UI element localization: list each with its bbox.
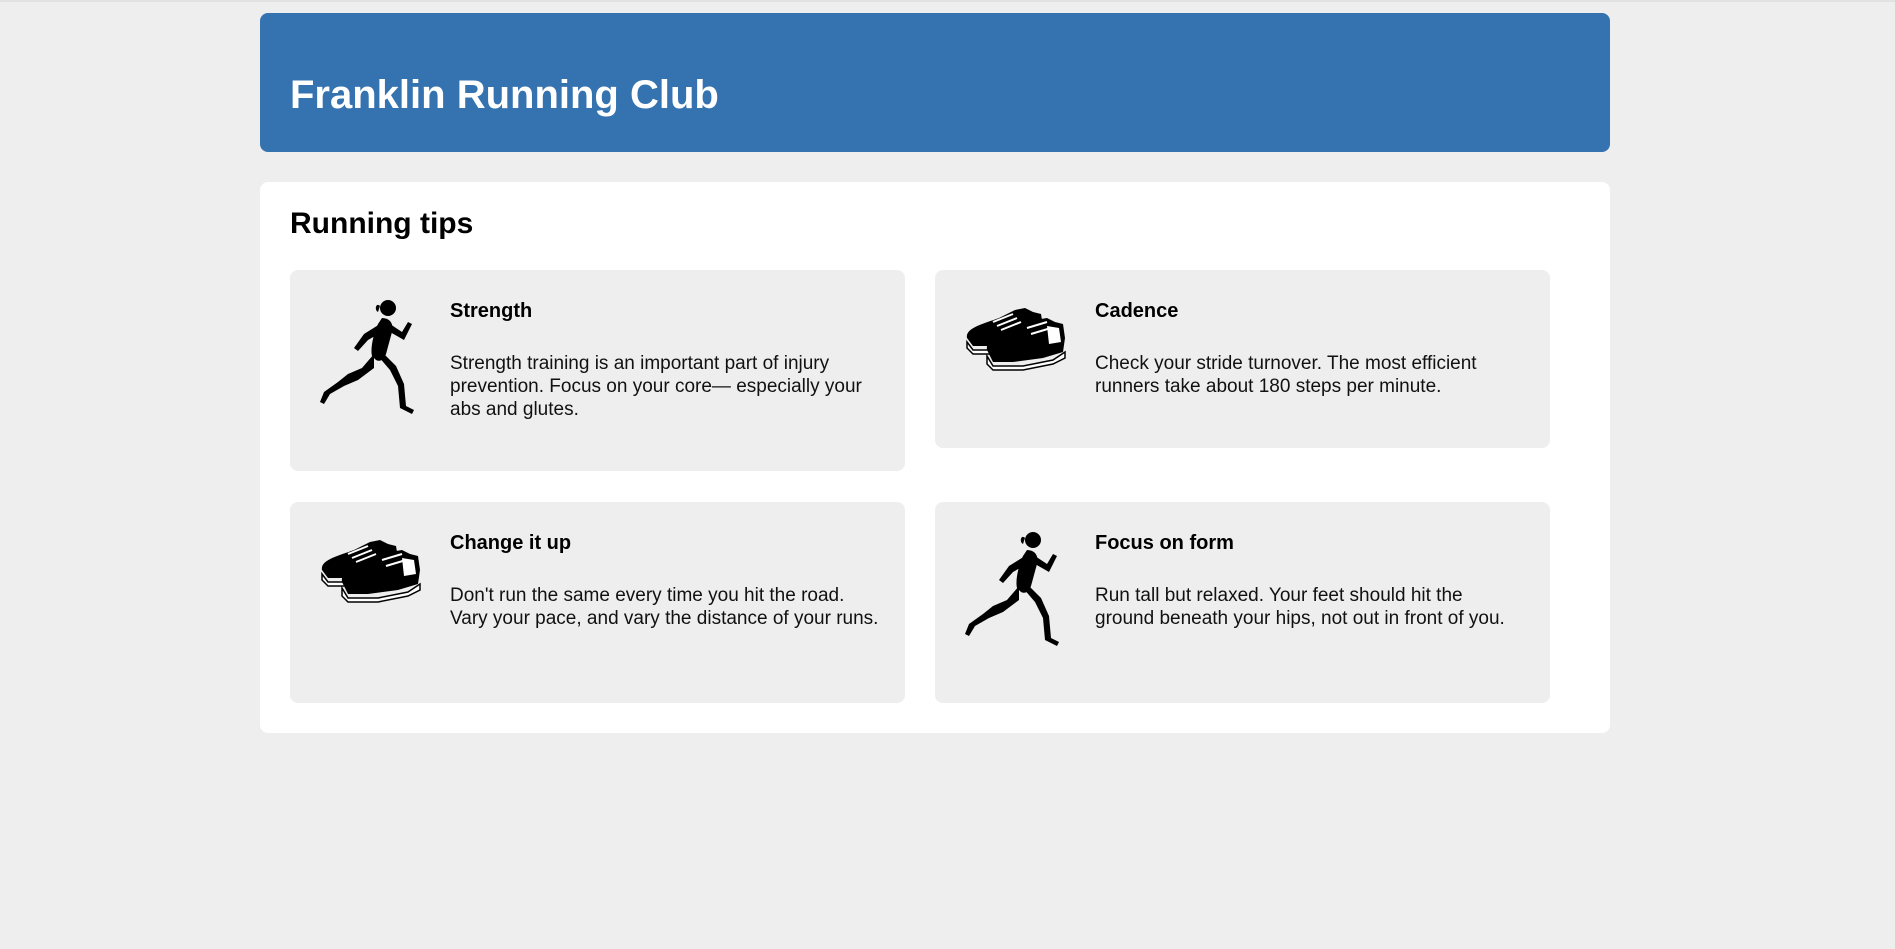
tip-title: Focus on form: [1095, 532, 1234, 554]
tip-card-focus-on-form: Focus on form Run tall but relaxed. Your…: [935, 502, 1550, 703]
site-header: Franklin Running Club: [260, 13, 1610, 152]
site-title: Franklin Running Club: [290, 73, 719, 117]
tip-card-cadence: Cadence Check your stride turnover. The …: [935, 270, 1550, 448]
runner-icon: [318, 298, 422, 416]
runner-icon: [963, 530, 1067, 648]
tip-card-change-it-up: Change it up Don't run the same every ti…: [290, 502, 905, 703]
tip-text: Run tall but relaxed. Your feet should h…: [1095, 585, 1505, 629]
top-divider: [0, 0, 1895, 2]
shoes-icon: [318, 530, 422, 648]
page: Franklin Running Club Running tips Stren…: [0, 0, 1895, 949]
tip-text: Check your stride turnover. The most eff…: [1095, 353, 1477, 397]
section-heading: Running tips: [290, 207, 474, 240]
tip-card-strength: Strength Strength training is an importa…: [290, 270, 905, 471]
tips-section: Running tips Strength Strength training …: [260, 182, 1610, 733]
tip-title: Strength: [450, 300, 533, 322]
tip-title: Cadence: [1095, 300, 1179, 322]
tip-title: Change it up: [450, 532, 572, 554]
tip-text: Strength training is an important part o…: [450, 353, 862, 420]
shoes-icon: [963, 298, 1067, 416]
tip-text: Don't run the same every time you hit th…: [450, 585, 879, 629]
